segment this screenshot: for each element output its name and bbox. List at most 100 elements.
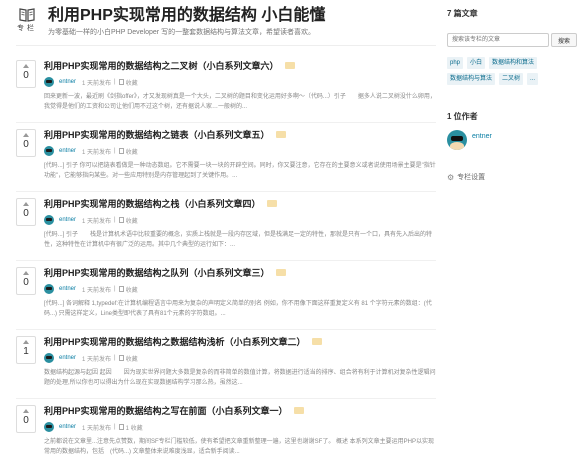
article-body: 利用PHP实现常用的数据结构之队列（小白系列文章三） entner 1 天前发布… [44, 261, 436, 329]
tag-chip[interactable]: 数据结构和算法 [489, 57, 538, 69]
article-excerpt: 数据结构起源与起因 起因 因为现实世界问题大多数是复杂的而非简单的数值计算，将数… [44, 370, 436, 386]
article-author[interactable]: entner [59, 148, 76, 154]
article-badge [311, 337, 322, 345]
article-item: 0 利用PHP实现常用的数据结构之栈（小白系列文章四） entner 1 天前发… [16, 192, 436, 261]
settings-label: 专栏设置 [457, 174, 486, 181]
article-item: 0 利用PHP实现常用的数据结构之链表（小白系列文章五） entner 1 天前… [16, 123, 436, 192]
vote-button[interactable]: 0 [16, 405, 36, 433]
logo-text: 专栏 [17, 25, 37, 32]
upvote-arrow-icon [23, 409, 29, 413]
bookmark-icon [118, 148, 124, 154]
vote-count: 0 [23, 208, 29, 219]
header-text: 利用PHP实现常用的数据结构 小白能懂 为零基础一样的小白PHP Develop… [48, 6, 325, 37]
authors-section: 1 位作者 entner [447, 111, 577, 150]
vote-button[interactable]: 0 [16, 129, 36, 157]
vote-count: 0 [23, 415, 29, 426]
search-button[interactable]: 搜索 [551, 33, 577, 47]
article-time: 1 天前发布 [82, 80, 112, 87]
meta-separator: | [114, 79, 116, 85]
article-author[interactable]: entner [59, 79, 76, 85]
sidebar: 7 篇文章 搜索 php小白数据结构和算法数据结构与算法二叉树... 1 位作者… [447, 8, 577, 182]
article-author[interactable]: entner [59, 424, 76, 430]
bookmark-icon [118, 79, 124, 85]
search-input[interactable] [447, 33, 549, 47]
article-badge [266, 199, 277, 207]
vote-button[interactable]: 0 [16, 60, 36, 88]
article-title[interactable]: 利用PHP实现常用的数据结构之写在前面（小白系列文章一） [44, 404, 288, 417]
author-row[interactable]: entner [447, 130, 577, 150]
meta-separator: | [114, 217, 116, 223]
article-list: 0 利用PHP实现常用的数据结构之二叉树（小白系列文章六） entner 1 天… [16, 54, 436, 466]
bookmark-label: 1 收藏 [125, 425, 143, 432]
article-item: 0 利用PHP实现常用的数据结构之写在前面（小白系列文章一） entner 1 … [16, 399, 436, 466]
bookmark-button[interactable]: 收藏 [118, 285, 138, 294]
article-title[interactable]: 利用PHP实现常用的数据结构之栈（小白系列文章四） [44, 197, 261, 210]
author-avatar[interactable] [44, 284, 54, 294]
author-avatar[interactable] [44, 146, 54, 156]
tag-chip[interactable]: 二叉树 [499, 73, 524, 85]
tag-list: php 小白 数据结构和算法数据结构与算法 二叉树... [447, 57, 577, 85]
article-author[interactable]: entner [59, 355, 76, 361]
vote-button[interactable]: 0 [16, 267, 36, 295]
vote-button[interactable]: 0 [16, 198, 36, 226]
author-avatar[interactable] [44, 77, 54, 87]
article-meta: entner 1 天前发布 | 收藏 [44, 76, 436, 88]
article-body: 利用PHP实现常用的数据结构之链表（小白系列文章五） entner 1 天前发布… [44, 123, 436, 191]
bookmark-icon [118, 286, 124, 292]
article-badge [284, 61, 295, 69]
meta-separator: | [114, 424, 116, 430]
authors-heading: 1 位作者 [447, 112, 478, 121]
main-column: 专栏 利用PHP实现常用的数据结构 小白能懂 为零基础一样的小白PHP Deve… [16, 6, 436, 466]
author-avatar[interactable] [44, 215, 54, 225]
page-title: 利用PHP实现常用的数据结构 小白能懂 [48, 7, 326, 24]
author-avatar[interactable] [44, 422, 54, 432]
article-title-row: 利用PHP实现常用的数据结构之二叉树（小白系列文章六） [44, 58, 436, 72]
article-title-row: 利用PHP实现常用的数据结构之数据结构浅析（小白系列文章二） [44, 334, 436, 348]
column-header: 专栏 利用PHP实现常用的数据结构 小白能懂 为零基础一样的小白PHP Deve… [16, 6, 436, 46]
bookmark-button[interactable]: 收藏 [118, 147, 138, 156]
column-settings-link[interactable]: ⚙ 专栏设置 [447, 172, 577, 182]
tag-chip[interactable]: 数据结构与算法 [447, 73, 496, 85]
article-meta: entner 1 天前发布 | 1 收藏 [44, 421, 436, 433]
meta-separator: | [114, 355, 116, 361]
vote-button[interactable]: 1 [16, 336, 36, 364]
vote-count: 1 [23, 346, 29, 357]
upvote-arrow-icon [23, 64, 29, 68]
article-excerpt: 之前都说在文章里...注意先点赞数，期间SF专栏门槛较低，使有希望把文章重新整理… [44, 439, 435, 455]
bookmark-button[interactable]: 收藏 [118, 216, 138, 225]
article-title[interactable]: 利用PHP实现常用的数据结构之链表（小白系列文章五） [44, 128, 270, 141]
tag-chip[interactable]: php [447, 57, 464, 69]
article-meta: entner 1 天前发布 | 收藏 [44, 283, 436, 295]
bookmark-button[interactable]: 收藏 [118, 354, 138, 363]
vote-count: 0 [23, 70, 29, 81]
author-name[interactable]: entner [472, 133, 492, 140]
article-title-row: 利用PHP实现常用的数据结构之栈（小白系列文章四） [44, 196, 436, 210]
article-author[interactable]: entner [59, 286, 76, 292]
bookmark-icon [118, 424, 124, 430]
article-badge [275, 130, 286, 138]
vote-count: 0 [23, 139, 29, 150]
article-title[interactable]: 利用PHP实现常用的数据结构之二叉树（小白系列文章六） [44, 59, 279, 72]
article-badge [293, 406, 304, 414]
article-item: 1 利用PHP实现常用的数据结构之数据结构浅析（小白系列文章二） entner … [16, 330, 436, 399]
article-excerpt: [代码...] 各词解释 1,typedef:在计算机编程语言中用来为复杂的声明… [44, 301, 432, 317]
bookmark-button[interactable]: 收藏 [118, 78, 138, 87]
article-time: 1 天前发布 [82, 425, 112, 432]
article-title[interactable]: 利用PHP实现常用的数据结构之队列（小白系列文章三） [44, 266, 270, 279]
author-avatar[interactable] [44, 353, 54, 363]
article-time: 1 天前发布 [82, 218, 112, 225]
gear-icon: ⚙ [447, 172, 455, 182]
article-meta: entner 1 天前发布 | 收藏 [44, 352, 436, 364]
tag-chip[interactable]: 小白 [467, 57, 486, 69]
bookmark-icon [118, 217, 124, 223]
upvote-arrow-icon [23, 133, 29, 137]
article-author[interactable]: entner [59, 217, 76, 223]
article-time: 1 天前发布 [82, 287, 112, 294]
article-title[interactable]: 利用PHP实现常用的数据结构之数据结构浅析（小白系列文章二） [44, 335, 306, 348]
bookmark-label: 收藏 [125, 356, 138, 363]
bookmark-button[interactable]: 1 收藏 [118, 423, 143, 432]
author-avatar[interactable] [447, 130, 467, 150]
article-title-row: 利用PHP实现常用的数据结构之队列（小白系列文章三） [44, 265, 436, 279]
page-description: 为零基础一样的小白PHP Developer 写的一整套数据结构与算法文章，希望… [48, 29, 316, 36]
tag-chip[interactable]: ... [527, 73, 539, 85]
